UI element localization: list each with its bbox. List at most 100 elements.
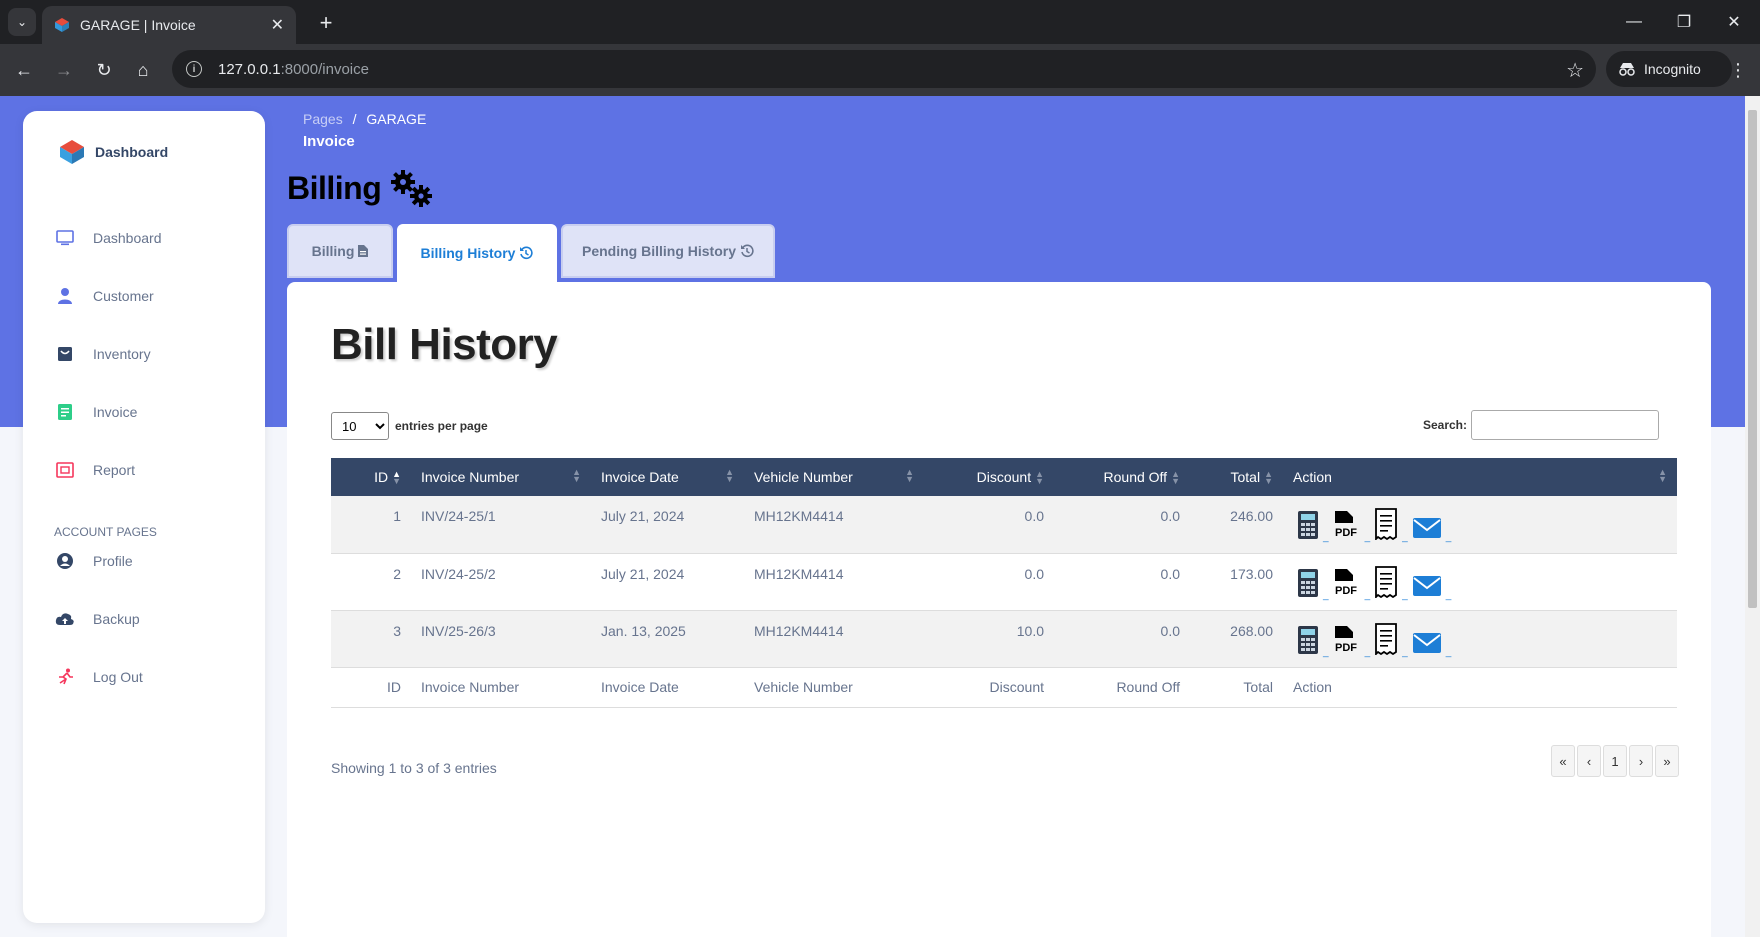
page-length-select[interactable]: 10 — [331, 412, 389, 440]
sort-icon: ▲ ▼ — [1035, 469, 1044, 487]
back-button[interactable]: ← — [10, 56, 38, 84]
column-header-invoice-number[interactable]: Invoice Number ▲ ▼ — [411, 458, 591, 496]
cell-total: 268.00 — [1230, 622, 1273, 639]
cell-actions: _ PDF _ _ _ — [1283, 553, 1677, 610]
pdf-icon[interactable]: PDF — [1333, 568, 1361, 601]
sidebar-item-inventory[interactable]: Inventory — [55, 334, 255, 374]
sort-icon: ▲ ▼ — [905, 467, 914, 484]
monitor-icon — [55, 228, 75, 248]
calculator-icon[interactable] — [1297, 568, 1319, 601]
action-separator: _ — [1402, 532, 1408, 543]
address-bar[interactable]: i 127.0.0.1:8000/invoice ☆ — [172, 50, 1596, 88]
footer-discount: Discount — [924, 667, 1054, 708]
page-viewport: Dashboard Dashboard Customer Inventory I… — [0, 96, 1760, 937]
sidebar-item-logout[interactable]: Log Out — [55, 657, 255, 697]
breadcrumb-root[interactable]: Pages — [303, 111, 343, 127]
receipt-icon[interactable] — [1374, 508, 1398, 543]
file-icon — [358, 245, 369, 257]
sidebar-item-dashboard[interactable]: Dashboard — [55, 218, 255, 258]
pdf-icon[interactable]: PDF — [1333, 625, 1361, 658]
restore-button[interactable]: ❐ — [1659, 0, 1709, 44]
column-header-discount[interactable]: Discount ▲ ▼ — [924, 458, 1054, 496]
browser-menu-icon[interactable]: ⋮ — [1724, 56, 1752, 84]
action-separator: _ — [1364, 589, 1371, 601]
tab-billing-history[interactable]: Billing History — [397, 224, 557, 282]
tab-pending-billing-history[interactable]: Pending Billing History — [561, 224, 775, 278]
sidebar-item-backup[interactable]: Backup — [55, 599, 255, 639]
cell-actions: _ PDF _ _ _ — [1283, 496, 1677, 553]
tab-close-icon[interactable]: ✕ — [271, 15, 284, 35]
sidebar-item-profile[interactable]: Profile — [55, 541, 255, 581]
sidebar-item-invoice[interactable]: Invoice — [55, 392, 255, 432]
pager-first-button[interactable]: « — [1551, 745, 1575, 777]
email-icon[interactable] — [1412, 631, 1442, 658]
garage-favicon-icon — [55, 18, 69, 32]
reload-button[interactable]: ↻ — [90, 56, 118, 84]
minimize-button[interactable]: — — [1609, 0, 1659, 44]
receipt-icon[interactable] — [1374, 565, 1398, 601]
email-icon[interactable] — [1412, 574, 1442, 601]
pager-page-1-button[interactable]: 1 — [1603, 745, 1627, 777]
close-window-button[interactable]: ✕ — [1709, 0, 1759, 44]
column-header-round-off[interactable]: Round Off ▲ ▼ — [1054, 458, 1190, 496]
scrollbar-thumb[interactable] — [1748, 110, 1757, 608]
page-scrollbar[interactable] — [1745, 96, 1760, 937]
action-separator: _ — [1323, 589, 1329, 601]
gears-icon — [391, 170, 433, 207]
calculator-icon[interactable] — [1297, 625, 1319, 658]
bill-history-heading: Bill History — [331, 320, 558, 369]
tab-billing[interactable]: Billing — [287, 224, 393, 278]
sidebar-item-report[interactable]: Report — [55, 450, 255, 490]
tab-search-button[interactable]: ⌄ — [8, 8, 36, 36]
pager-last-button[interactable]: » — [1655, 745, 1679, 777]
column-header-id[interactable]: ID ▲ ▼ — [331, 458, 411, 496]
new-tab-button[interactable]: + — [312, 9, 340, 37]
sidebar-item-label: Invoice — [93, 404, 138, 420]
home-button[interactable]: ⌂ — [129, 56, 157, 84]
search-input[interactable] — [1471, 410, 1659, 440]
cell-id: 2 — [393, 565, 401, 582]
breadcrumb: Pages / GARAGE — [303, 111, 426, 127]
forward-button[interactable]: → — [50, 56, 78, 84]
column-header-total[interactable]: Total ▲ ▼ — [1190, 458, 1283, 496]
bookmark-star-icon[interactable]: ☆ — [1566, 58, 1584, 83]
footer-round-off: Round Off — [1054, 667, 1190, 708]
cell-round-off: 0.0 — [1160, 622, 1180, 639]
column-header-invoice-date[interactable]: Invoice Date ▲ ▼ — [591, 458, 744, 496]
cell-vehicle-number: MH12KM4414 — [754, 565, 844, 582]
browser-tab[interactable]: GARAGE | Invoice ✕ — [42, 6, 296, 44]
footer-action: Action — [1283, 667, 1677, 708]
email-icon[interactable] — [1412, 516, 1442, 543]
sidebar-item-label: Profile — [93, 553, 133, 569]
page-title: Billing — [287, 168, 435, 208]
cell-invoice-number: INV/24-25/1 — [421, 508, 496, 524]
footer-total: Total — [1190, 667, 1283, 708]
sidebar-item-customer[interactable]: Customer — [55, 276, 255, 316]
action-separator: _ — [1445, 532, 1452, 543]
sort-asc-icon: ▲ ▼ — [392, 469, 401, 487]
incognito-badge[interactable]: Incognito — [1606, 51, 1732, 87]
pager-prev-button[interactable]: ‹ — [1577, 745, 1601, 777]
calculator-icon[interactable] — [1297, 510, 1319, 543]
receipt-icon[interactable] — [1374, 622, 1398, 658]
pdf-icon[interactable]: PDF — [1333, 510, 1361, 543]
tab-label: Pending Billing History — [581, 243, 736, 259]
site-info-icon[interactable]: i — [186, 61, 202, 77]
url-host: 127.0.0.1 — [218, 60, 281, 78]
user-icon — [55, 286, 75, 306]
footer-invoice-number: Invoice Number — [411, 667, 591, 708]
account-pages-heading: ACCOUNT PAGES — [54, 525, 157, 539]
row-actions: _ PDF _ _ _ — [1283, 508, 1677, 543]
cloud-upload-icon — [55, 609, 75, 629]
action-separator: _ — [1445, 646, 1452, 658]
column-header-action[interactable]: Action ▲ ▼ — [1283, 458, 1677, 496]
sort-icon: ▲ ▼ — [1171, 469, 1180, 487]
cell-vehicle-number: MH12KM4414 — [754, 508, 844, 524]
cell-actions: _ PDF _ _ _ — [1283, 610, 1677, 667]
row-actions: _ PDF _ _ _ — [1283, 565, 1677, 601]
column-header-vehicle-number[interactable]: Vehicle Number ▲ ▼ — [744, 458, 924, 496]
pager-next-button[interactable]: › — [1629, 745, 1653, 777]
sidebar-brand[interactable]: Dashboard — [59, 139, 168, 165]
table-info: Showing 1 to 3 of 3 entries — [331, 760, 497, 776]
url-path: :8000/invoice — [280, 60, 369, 78]
